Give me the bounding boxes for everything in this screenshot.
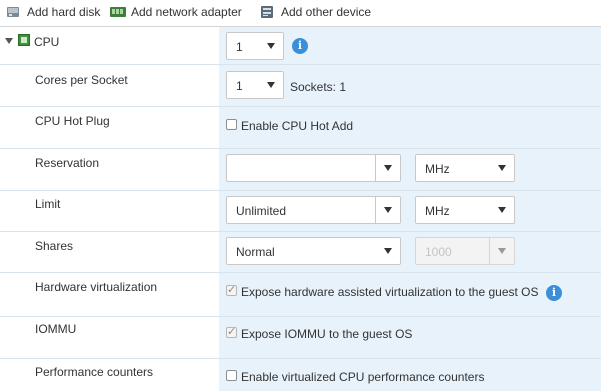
iommu-checkbox-label: Expose IOMMU to the guest OS	[241, 327, 413, 341]
chevron-down-icon	[498, 207, 506, 213]
limit-unit-select[interactable]: MHz	[415, 196, 515, 224]
chevron-down-icon	[384, 165, 392, 171]
limit-value: Unlimited	[236, 204, 287, 218]
hard-disk-icon	[6, 5, 22, 19]
chevron-down-icon	[498, 248, 506, 254]
cores-per-socket-row: Cores per Socket 1 Sockets: 1	[0, 64, 601, 107]
cpu-count-value: 1	[236, 40, 243, 54]
cores-per-socket-label: Cores per Socket	[35, 73, 128, 87]
cores-per-socket-select[interactable]: 1	[226, 71, 284, 99]
network-adapter-icon	[110, 5, 126, 19]
chevron-down-icon	[267, 43, 275, 49]
add-hard-disk-label: Add hard disk	[27, 5, 101, 19]
dropdown-divider	[375, 155, 376, 181]
limit-label: Limit	[35, 197, 61, 211]
reservation-unit-select[interactable]: MHz	[415, 154, 515, 182]
cpu-count-select[interactable]: 1	[226, 32, 284, 60]
chevron-down-icon	[384, 248, 392, 254]
add-other-device-label: Add other device	[281, 5, 372, 19]
performance-counters-label: Performance counters	[35, 365, 154, 379]
iommu-label: IOMMU	[35, 322, 77, 336]
add-other-device-button[interactable]: Add other device	[260, 4, 371, 20]
add-network-adapter-button[interactable]: Add network adapter	[110, 4, 242, 20]
reservation-input[interactable]	[226, 154, 401, 182]
dropdown-divider	[375, 197, 376, 223]
info-icon[interactable]: i	[546, 285, 562, 301]
cpu-hot-add-checkbox-label: Enable CPU Hot Add	[241, 119, 354, 133]
limit-row: Limit Unlimited MHz	[0, 190, 601, 232]
limit-input[interactable]: Unlimited	[226, 196, 401, 224]
reservation-unit-value: MHz	[425, 162, 450, 176]
sockets-text: Sockets: 1	[290, 80, 347, 94]
performance-counters-checkbox[interactable]	[226, 370, 237, 381]
cpu-hot-add-checkbox[interactable]	[226, 119, 237, 130]
iommu-checkbox[interactable]	[226, 325, 237, 338]
info-icon[interactable]: i	[292, 38, 308, 54]
performance-counters-row: Performance counters Enable virtualized …	[0, 358, 601, 391]
cpu-hot-plug-row: CPU Hot Plug Enable CPU Hot Add	[0, 106, 601, 149]
cpu-hot-plug-label: CPU Hot Plug	[35, 114, 110, 128]
shares-amount-input: 1000	[415, 237, 515, 265]
iommu-row: IOMMU Expose IOMMU to the guest OS	[0, 316, 601, 359]
dropdown-divider	[489, 238, 490, 264]
hardware-virtualization-label: Hardware virtualization	[35, 280, 158, 294]
other-device-icon	[260, 5, 276, 19]
cores-per-socket-value: 1	[236, 79, 243, 93]
shares-amount-value: 1000	[425, 245, 452, 259]
expand-chevron-icon[interactable]	[5, 38, 13, 44]
cpu-row: CPU 1 i	[0, 27, 601, 65]
shares-row: Shares Normal 1000	[0, 231, 601, 273]
chevron-down-icon	[384, 207, 392, 213]
hardware-virtualization-checkbox[interactable]	[226, 283, 237, 296]
shares-label: Shares	[35, 239, 74, 253]
reservation-row: Reservation MHz	[0, 148, 601, 191]
add-network-adapter-label: Add network adapter	[131, 5, 242, 19]
cpu-chip-icon	[18, 34, 30, 49]
shares-level-select[interactable]: Normal	[226, 237, 401, 265]
reservation-label: Reservation	[35, 156, 100, 170]
shares-level-value: Normal	[236, 245, 275, 259]
performance-counters-checkbox-label: Enable virtualized CPU performance count…	[241, 370, 485, 384]
add-hard-disk-button[interactable]: Add hard disk	[6, 4, 100, 20]
chevron-down-icon	[498, 165, 506, 171]
device-toolbar: Add hard disk Add network adapter Add ot…	[0, 0, 601, 27]
chevron-down-icon	[267, 82, 275, 88]
limit-unit-value: MHz	[425, 204, 450, 218]
hardware-virtualization-row: Hardware virtualization Expose hardware …	[0, 272, 601, 317]
hardware-virtualization-checkbox-label: Expose hardware assisted virtualization …	[241, 285, 539, 299]
cpu-section-label: CPU	[34, 35, 60, 49]
